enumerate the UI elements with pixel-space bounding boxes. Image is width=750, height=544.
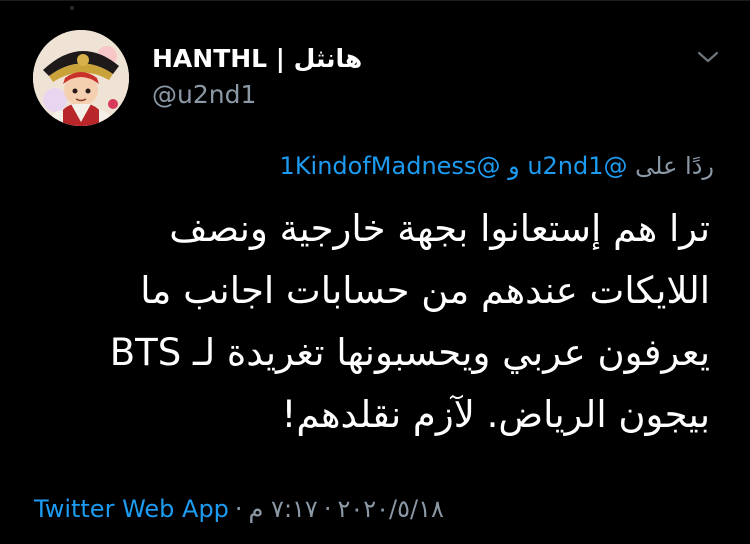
top-divider <box>0 0 750 1</box>
source-link[interactable]: Twitter Web App <box>34 495 229 523</box>
author-display-name[interactable]: HANTHL | هانثل <box>152 44 362 74</box>
tweet-text-line: بيجون الرياض. لآزم نقلدهم! <box>281 393 710 436</box>
tweet-time[interactable]: ٧:١٧ م <box>249 495 318 523</box>
chevron-down-icon[interactable] <box>694 46 722 68</box>
reply-context: ردًا على @u2nd1 و @1KindofMadness <box>280 151 714 181</box>
tweet-meta: Twitter Web App · ٢٠٢٠/٥/١٨·٧:١٧ م <box>34 494 444 524</box>
tweet-text: ترا هم إستعانوا بجهة خارجية ونصف اللايكا… <box>50 198 710 446</box>
author-handle[interactable]: @u2nd1 <box>152 80 362 110</box>
tweet-text-line: يعرفون عربي ويحسبونها تغريدة لـ BTS <box>109 331 710 374</box>
mention-link-1[interactable]: @u2nd1 <box>527 152 627 180</box>
reply-connector: و <box>508 152 520 180</box>
tweet-text-line: ترا هم إستعانوا بجهة خارجية ونصف <box>169 207 710 250</box>
cartoon-character-avatar-icon <box>33 30 129 126</box>
tweet-date[interactable]: ٢٠٢٠/٥/١٨ <box>337 495 443 523</box>
separator: · <box>323 495 332 523</box>
tweet-header: HANTHL | هانثل @u2nd1 <box>152 44 362 110</box>
avatar[interactable] <box>33 30 129 126</box>
reply-prefix: ردًا على <box>635 152 714 180</box>
decorative-dot <box>70 6 74 10</box>
mention-link-2[interactable]: @1KindofMadness <box>280 152 501 180</box>
tweet-text-line: اللايكات عندهم من حسابات اجانب ما <box>140 269 710 312</box>
separator: · <box>234 495 243 523</box>
